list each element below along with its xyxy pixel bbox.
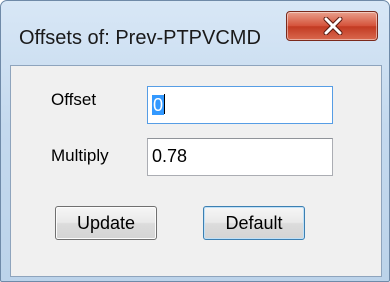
dialog-window: Offsets of: Prev-PTPVCMD Offset 0 Multip… xyxy=(0,0,390,282)
multiply-input[interactable]: 0.78 xyxy=(147,138,333,176)
close-button[interactable] xyxy=(286,11,378,41)
multiply-value: 0.78 xyxy=(152,146,188,166)
update-button[interactable]: Update xyxy=(55,206,157,240)
default-button[interactable]: Default xyxy=(203,206,305,240)
multiply-label: Multiply xyxy=(51,146,109,165)
offset-input[interactable]: 0 xyxy=(147,86,333,124)
offset-value: 0 xyxy=(152,95,165,115)
offset-label: Offset xyxy=(51,90,97,109)
text-caret xyxy=(164,94,166,114)
window-title: Offsets of: Prev-PTPVCMD xyxy=(19,27,261,49)
dialog-body: Offset 0 Multiply 0.78 Update Default xyxy=(10,65,382,277)
title-bar[interactable]: Offsets of: Prev-PTPVCMD xyxy=(1,1,389,65)
close-icon xyxy=(323,17,343,35)
